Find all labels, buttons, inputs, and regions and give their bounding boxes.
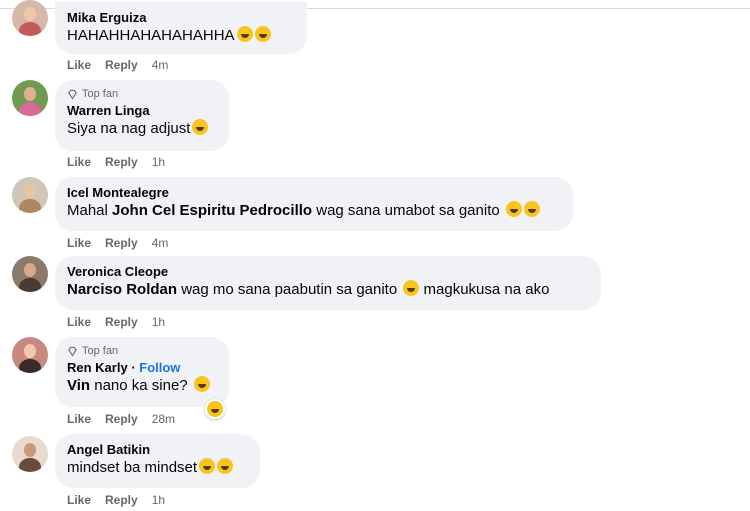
comment-bubble: Veronica Cleope Narciso Roldan wag mo sa…	[55, 256, 601, 310]
commenter-name[interactable]: Icel Montealegre	[67, 184, 561, 201]
comment-text: Narciso Roldan wag mo sana paabutin sa g…	[67, 280, 550, 298]
top-fan-badge: Top fan	[67, 344, 217, 359]
crying-emoji-icon	[254, 26, 271, 42]
comment-time[interactable]: 1h	[152, 154, 165, 170]
like-button[interactable]: Like	[67, 492, 91, 508]
laughing-emoji-icon	[523, 201, 540, 217]
comment-actions: Like Reply 1h	[67, 314, 165, 330]
reply-button[interactable]: Reply	[105, 492, 138, 508]
avatar[interactable]	[12, 80, 48, 116]
comment-actions: Like Reply 4m	[67, 57, 168, 73]
comment-text: Siya na nag adjust	[67, 119, 217, 139]
avatar[interactable]	[12, 337, 48, 373]
commenter-name-text[interactable]: Ren Karly	[67, 360, 128, 375]
like-button[interactable]: Like	[67, 314, 91, 330]
avatar[interactable]	[12, 256, 48, 292]
top-fan-badge: Top fan	[67, 87, 217, 102]
grinning-emoji-icon	[192, 119, 209, 135]
comment-text: HAHAHHAHAHAHAHHA	[67, 26, 295, 46]
like-button[interactable]: Like	[67, 411, 91, 427]
comment-text: mindset ba mindset	[67, 458, 248, 478]
reply-button[interactable]: Reply	[105, 154, 138, 170]
comment-text: Vin nano ka sine?	[67, 376, 217, 396]
mention-link[interactable]: John Cel Espiritu Pedrocillo	[112, 202, 312, 219]
reply-button[interactable]: Reply	[105, 57, 138, 73]
comment-text: Mahal John Cel Espiritu Pedrocillo wag s…	[67, 201, 561, 221]
laughing-emoji-icon	[193, 376, 210, 392]
follow-button[interactable]: Follow	[139, 360, 180, 375]
commenter-name[interactable]: Angel Batikin	[67, 441, 248, 458]
comment-time[interactable]: 1h	[152, 492, 165, 508]
comment-time[interactable]: 4m	[152, 235, 169, 251]
like-button[interactable]: Like	[67, 154, 91, 170]
diamond-icon	[68, 346, 77, 357]
mention-link[interactable]: Vin	[67, 377, 90, 394]
comment-actions: Like Reply 4m	[67, 235, 168, 251]
commenter-name[interactable]: Warren Linga	[67, 102, 217, 119]
comment-actions: Like Reply 1h	[67, 492, 165, 508]
comment-bubble: Icel Montealegre Mahal John Cel Espiritu…	[55, 177, 573, 231]
commenter-name[interactable]: Mika Erguiza	[67, 9, 295, 26]
comment-bubble: Top fan Warren Linga Siya na nag adjust	[55, 80, 229, 151]
rolling-laughing-emoji-icon	[217, 458, 234, 474]
commenter-name: Ren Karly · Follow	[67, 360, 181, 375]
laughing-emoji-icon	[236, 26, 253, 42]
comment-actions: Like Reply 28m	[67, 411, 175, 427]
reply-button[interactable]: Reply	[105, 314, 138, 330]
laughing-emoji-icon	[505, 201, 522, 217]
avatar[interactable]	[12, 177, 48, 213]
avatar[interactable]	[12, 0, 48, 36]
diamond-icon	[68, 89, 77, 100]
commenter-name[interactable]: Veronica Cleope	[67, 263, 589, 280]
comment-time[interactable]: 4m	[152, 57, 169, 73]
haha-reaction-icon[interactable]	[205, 399, 225, 419]
rolling-laughing-emoji-icon	[199, 458, 216, 474]
reply-button[interactable]: Reply	[105, 235, 138, 251]
rolling-laughing-emoji-icon	[403, 280, 420, 296]
comment-time[interactable]: 28m	[152, 411, 175, 427]
comment-bubble: Angel Batikin mindset ba mindset	[55, 434, 260, 488]
comment-bubble: Top fan Ren Karly · Follow Vin nano ka s…	[55, 337, 229, 407]
reply-button[interactable]: Reply	[105, 411, 138, 427]
comment-bubble: Mika Erguiza HAHAHHAHAHAHAHHA	[55, 2, 307, 54]
like-button[interactable]: Like	[67, 235, 91, 251]
comment-time[interactable]: 1h	[152, 314, 165, 330]
avatar[interactable]	[12, 436, 48, 472]
comment-actions: Like Reply 1h	[67, 154, 165, 170]
mention-link[interactable]: Narciso Roldan	[67, 281, 177, 298]
like-button[interactable]: Like	[67, 57, 91, 73]
